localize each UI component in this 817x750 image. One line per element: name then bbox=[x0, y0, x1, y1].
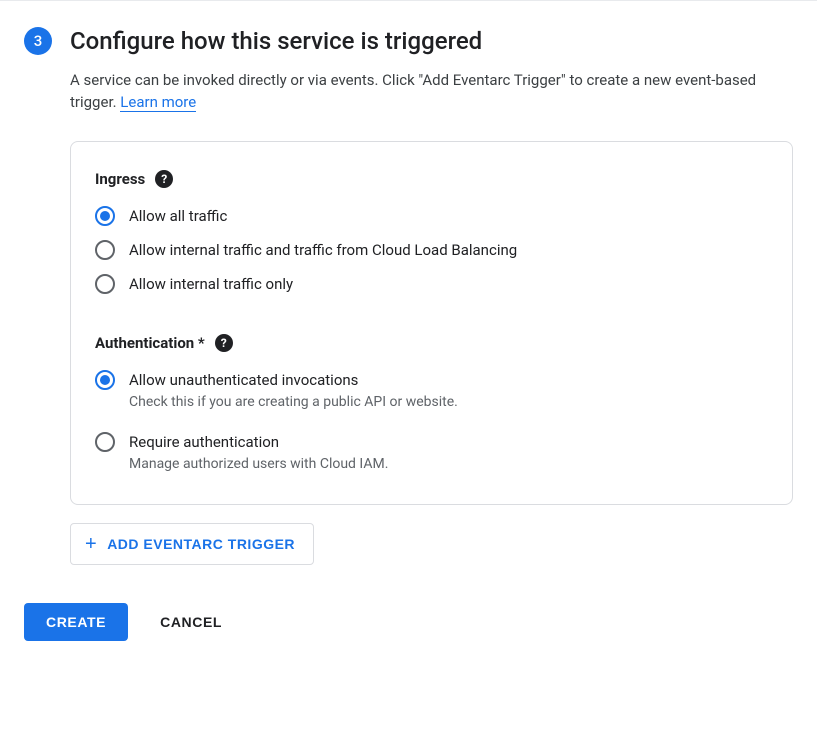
radio-label: Require authentication bbox=[129, 432, 388, 452]
radio-button[interactable] bbox=[95, 370, 115, 390]
plus-icon: + bbox=[85, 534, 97, 554]
add-trigger-label: ADD EVENTARC TRIGGER bbox=[107, 536, 295, 552]
ingress-radio-group: Allow all traffic Allow internal traffic… bbox=[95, 206, 768, 294]
radio-button[interactable] bbox=[95, 274, 115, 294]
footer-buttons: CREATE CANCEL bbox=[24, 603, 793, 641]
page-description: A service can be invoked directly or via… bbox=[70, 69, 793, 113]
auth-option-require[interactable]: Require authentication Manage authorized… bbox=[95, 432, 768, 474]
help-icon[interactable]: ? bbox=[215, 334, 233, 352]
authentication-radio-group: Allow unauthenticated invocations Check … bbox=[95, 370, 768, 474]
radio-text: Allow unauthenticated invocations Check … bbox=[129, 370, 458, 412]
radio-text: Allow all traffic bbox=[129, 206, 227, 226]
radio-button[interactable] bbox=[95, 432, 115, 452]
ingress-label: Ingress bbox=[95, 170, 145, 188]
radio-text: Require authentication Manage authorized… bbox=[129, 432, 388, 474]
radio-helper: Check this if you are creating a public … bbox=[129, 392, 458, 412]
radio-label: Allow internal traffic only bbox=[129, 274, 293, 294]
add-eventarc-trigger-button[interactable]: + ADD EVENTARC TRIGGER bbox=[70, 523, 314, 565]
help-icon[interactable]: ? bbox=[155, 170, 173, 188]
learn-more-link[interactable]: Learn more bbox=[120, 93, 196, 112]
create-button[interactable]: CREATE bbox=[24, 603, 128, 641]
authentication-label: Authentication * bbox=[95, 334, 205, 352]
ingress-label-row: Ingress ? bbox=[95, 170, 768, 188]
radio-button[interactable] bbox=[95, 206, 115, 226]
radio-text: Allow internal traffic only bbox=[129, 274, 293, 294]
radio-label: Allow unauthenticated invocations bbox=[129, 370, 458, 390]
radio-label: Allow internal traffic and traffic from … bbox=[129, 240, 517, 260]
ingress-option-internal-and-lb[interactable]: Allow internal traffic and traffic from … bbox=[95, 240, 768, 260]
radio-button[interactable] bbox=[95, 240, 115, 260]
radio-text: Allow internal traffic and traffic from … bbox=[129, 240, 517, 260]
step-header-content: Configure how this service is triggered … bbox=[70, 25, 793, 113]
step-header: 3 Configure how this service is triggere… bbox=[24, 25, 793, 113]
step-section: 3 Configure how this service is triggere… bbox=[0, 1, 817, 661]
authentication-label-row: Authentication * ? bbox=[95, 334, 768, 352]
page-title: Configure how this service is triggered bbox=[70, 25, 793, 57]
radio-label: Allow all traffic bbox=[129, 206, 227, 226]
cancel-button[interactable]: CANCEL bbox=[160, 603, 222, 641]
ingress-option-internal-only[interactable]: Allow internal traffic only bbox=[95, 274, 768, 294]
ingress-option-all-traffic[interactable]: Allow all traffic bbox=[95, 206, 768, 226]
auth-option-unauthenticated[interactable]: Allow unauthenticated invocations Check … bbox=[95, 370, 768, 412]
radio-helper: Manage authorized users with Cloud IAM. bbox=[129, 454, 388, 474]
add-trigger-wrap: + ADD EVENTARC TRIGGER bbox=[70, 523, 793, 565]
step-number-badge: 3 bbox=[24, 27, 52, 55]
settings-card: Ingress ? Allow all traffic Allow intern… bbox=[70, 141, 793, 505]
